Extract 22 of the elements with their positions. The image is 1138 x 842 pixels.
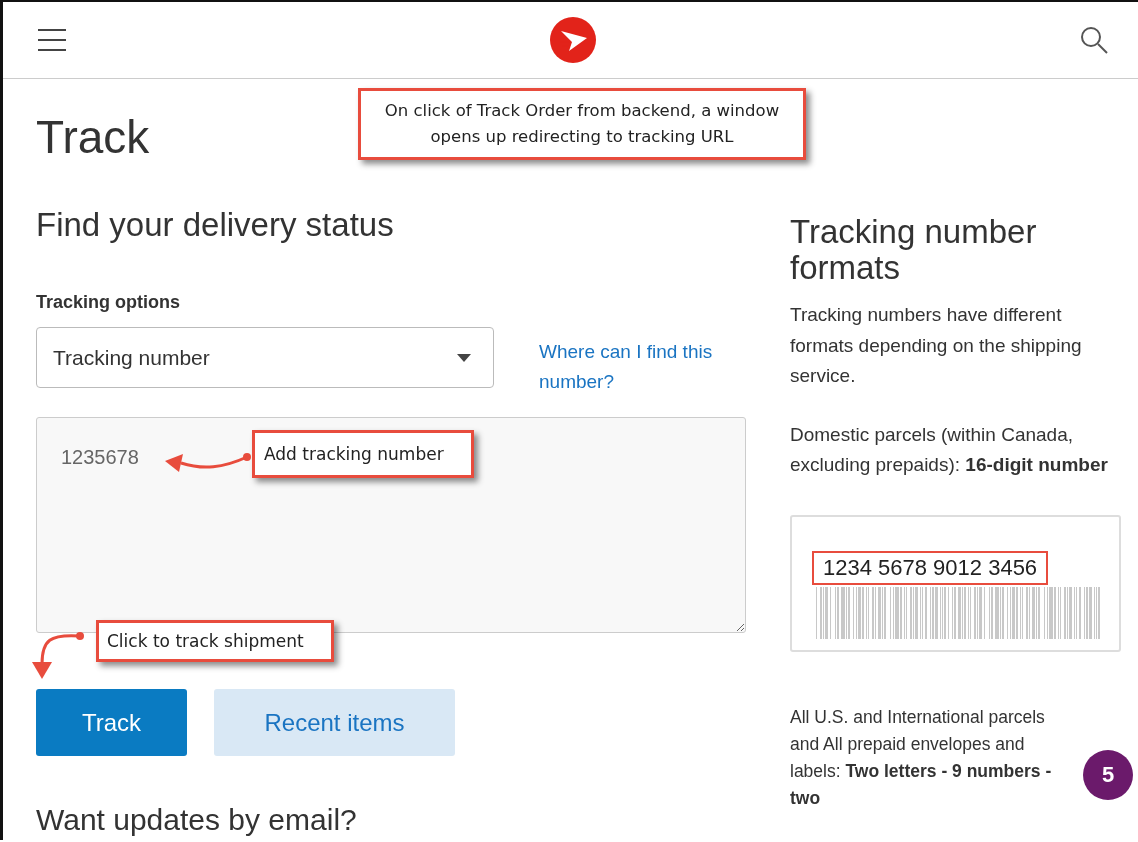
sidebar-text: Domestic parcels (within Canada, excluding prepaids): 16-digit number xyxy=(790,422,1109,477)
track-button[interactable]: Track xyxy=(36,689,187,756)
sample-tracking-number: 1234 5678 9012 3456 xyxy=(812,550,1049,585)
field-label: Tracking options xyxy=(36,291,182,313)
section-heading: Want updates by email? xyxy=(36,804,358,836)
annotation-callout: Add tracking number xyxy=(252,430,474,478)
sidebar-heading: Tracking number formats xyxy=(790,214,1038,286)
help-link[interactable]: Where can I find this number? xyxy=(539,337,739,397)
tracking-options-dropdown[interactable]: Tracking number xyxy=(36,327,494,388)
page-title: Track xyxy=(36,110,150,165)
section-heading: Find your delivery status xyxy=(36,207,395,243)
sidebar-text: Tracking numbers have different formats depending on the shipping service. xyxy=(790,303,1083,388)
logo-icon xyxy=(549,17,596,63)
caret-icon xyxy=(457,353,471,362)
notification-badge[interactable]: 5 xyxy=(1083,750,1133,800)
menu-icon[interactable] xyxy=(37,28,67,52)
recent-items-button[interactable]: Recent items xyxy=(214,689,455,756)
sidebar-text: All U.S. and International parcels and All prepaid envelopes and labels: Two letters - 9 numbers - two xyxy=(790,705,1053,810)
annotation-arrow xyxy=(30,630,86,680)
annotation-callout: Click to track shipment xyxy=(96,620,334,662)
search-icon[interactable] xyxy=(1080,26,1108,54)
annotation-callout: On click of Track Order from backend, a window opens up redirecting to tracking URL xyxy=(358,88,806,160)
